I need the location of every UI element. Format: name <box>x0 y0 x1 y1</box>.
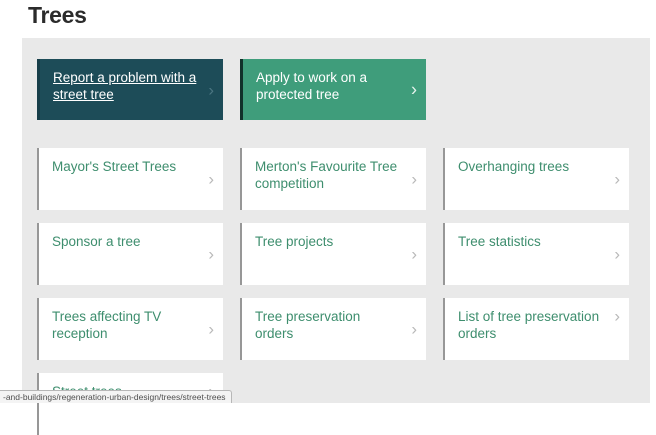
card-list-of-tree-preservation-orders[interactable]: List of tree preservation orders › <box>443 298 629 360</box>
card-label: Tree preservation orders <box>255 309 361 341</box>
link-preview-status-bar: -and-buildings/regeneration-urban-design… <box>0 390 232 403</box>
chevron-right-icon: › <box>614 306 620 326</box>
chevron-right-icon: › <box>208 319 214 339</box>
card-label: Tree statistics <box>458 234 541 249</box>
card-street-trees[interactable]: Street trees › <box>37 373 223 435</box>
card-label: Tree projects <box>255 234 334 249</box>
card-label: Apply to work on a protected tree <box>256 70 368 102</box>
card-label: Trees affecting TV reception <box>52 309 162 341</box>
card-apply-work-protected-tree[interactable]: Apply to work on a protected tree › <box>240 59 426 120</box>
chevron-right-icon: › <box>208 244 214 264</box>
card-mayors-street-trees[interactable]: Mayor's Street Trees › <box>37 148 223 210</box>
card-label: Merton's Favourite Tree competition <box>255 159 398 191</box>
chevron-right-icon: › <box>411 79 417 99</box>
page-title: Trees <box>28 2 87 28</box>
card-trees-affecting-tv-reception[interactable]: Trees affecting TV reception › <box>37 298 223 360</box>
featured-links-row: Report a problem with a street tree › Ap… <box>37 59 635 120</box>
trees-links-panel: Report a problem with a street tree › Ap… <box>22 38 650 435</box>
card-label: Sponsor a tree <box>52 234 141 249</box>
chevron-right-icon: › <box>411 244 417 264</box>
chevron-right-icon: › <box>208 80 214 99</box>
chevron-right-icon: › <box>614 244 620 264</box>
card-mertons-favourite-tree-competition[interactable]: Merton's Favourite Tree competition › <box>240 148 426 210</box>
chevron-right-icon: › <box>411 169 417 189</box>
card-label: Report a problem with a street tree <box>53 70 197 102</box>
card-label: Overhanging trees <box>458 159 570 174</box>
card-tree-projects[interactable]: Tree projects › <box>240 223 426 285</box>
card-label: List of tree preservation orders <box>458 309 600 341</box>
chevron-right-icon: › <box>208 169 214 189</box>
card-tree-preservation-orders[interactable]: Tree preservation orders › <box>240 298 426 360</box>
card-tree-statistics[interactable]: Tree statistics › <box>443 223 629 285</box>
card-sponsor-a-tree[interactable]: Sponsor a tree › <box>37 223 223 285</box>
card-overhanging-trees[interactable]: Overhanging trees › <box>443 148 629 210</box>
card-label: Mayor's Street Trees <box>52 159 177 174</box>
chevron-right-icon: › <box>411 319 417 339</box>
chevron-right-icon: › <box>614 169 620 189</box>
card-report-problem-street-tree[interactable]: Report a problem with a street tree › <box>37 59 223 120</box>
